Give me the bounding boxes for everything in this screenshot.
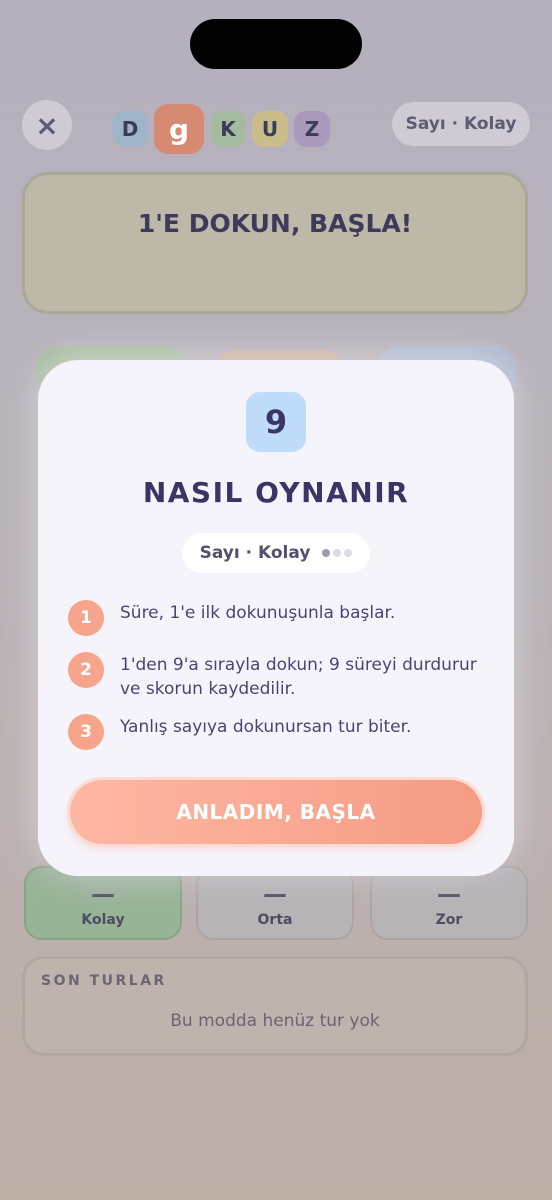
logo-tile: D — [112, 111, 148, 147]
mode-badge: 9 — [246, 392, 306, 452]
close-button[interactable]: × — [22, 100, 72, 150]
best-score-value: — — [91, 880, 115, 908]
recent-rounds-title: SON TURLAR — [41, 973, 167, 989]
difficulty-zor[interactable]: — Zor — [370, 866, 528, 940]
logo-tile: Z — [294, 111, 330, 147]
instruction-step: 1 Süre, 1'e ilk dokunuşunla başlar. — [68, 600, 488, 636]
mode-info-label: Sayı · Kolay — [199, 543, 311, 563]
best-score-value: — — [437, 880, 461, 908]
difficulty-label: Orta — [257, 912, 293, 928]
modal-title: NASIL OYNANIR — [142, 476, 410, 509]
page-dot-active — [322, 549, 331, 557]
instruction-step: 3 Yanlış sayıya dokunursan tur biter. — [68, 714, 488, 750]
logo-tile: g — [154, 104, 204, 154]
start-prompt-card[interactable]: 1'E DOKUN, BAŞLA! — [22, 172, 528, 314]
step-text: Yanlış sayıya dokunursan tur biter. — [120, 717, 412, 737]
page-indicator — [322, 549, 353, 557]
step-number: 3 — [68, 714, 104, 750]
device-notch — [190, 19, 362, 69]
page-dot — [344, 549, 353, 557]
logo-tile: U — [252, 111, 288, 147]
step-text: Süre, 1'e ilk dokunuşunla başlar. — [120, 603, 396, 623]
difficulty-kolay[interactable]: — Kolay — [24, 866, 182, 940]
step-number: 2 — [68, 652, 104, 688]
mode-selector[interactable]: Sayı · Kolay — [392, 102, 530, 146]
recent-rounds-card: SON TURLAR Bu modda henüz tur yok — [22, 956, 528, 1056]
how-to-play-modal: 9 NASIL OYNANIR Sayı · Kolay 1 Süre, 1'e… — [38, 360, 514, 876]
logo-tile: K — [210, 111, 246, 147]
page-dot — [333, 549, 342, 557]
recent-rounds-empty: Bu modda henüz tur yok — [170, 1011, 380, 1031]
step-text: 1'den 9'a sırayla dokun; 9 süreyi durdur… — [120, 655, 477, 699]
step-number: 1 — [68, 600, 104, 636]
close-icon: × — [35, 108, 59, 142]
start-prompt-text: 1'E DOKUN, BAŞLA! — [137, 209, 413, 238]
instruction-step: 2 1'den 9'a sırayla dokun; 9 süreyi durd… — [68, 652, 488, 701]
got-it-start-button[interactable]: ANLADIM, BAŞLA — [70, 780, 482, 844]
best-score-value: — — [263, 880, 287, 908]
difficulty-label: Kolay — [81, 912, 125, 928]
app-logo: D g K U Z — [112, 104, 330, 154]
difficulty-orta[interactable]: — Orta — [196, 866, 354, 940]
difficulty-label: Zor — [435, 912, 463, 928]
mode-info-pill: Sayı · Kolay — [182, 533, 370, 573]
difficulty-selector: — Kolay — Orta — Zor — [24, 866, 528, 940]
